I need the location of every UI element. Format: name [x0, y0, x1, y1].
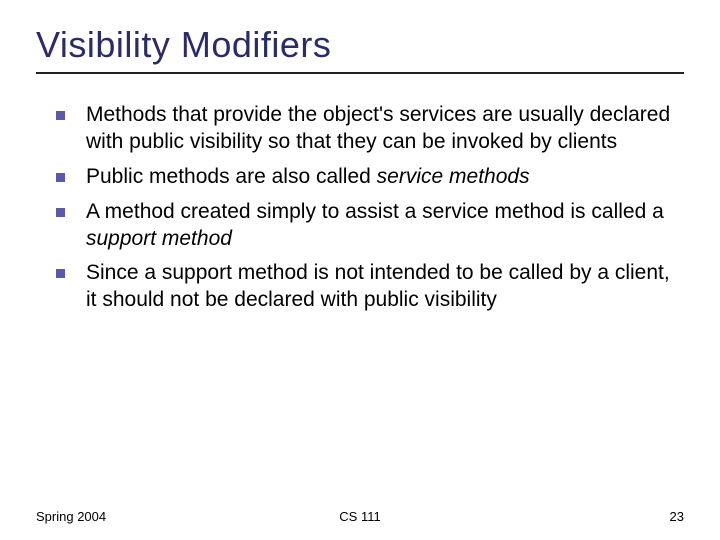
list-item: A method created simply to assist a serv…	[56, 199, 684, 253]
footer: Spring 2004 CS 111 23	[36, 509, 684, 524]
slide-title: Visibility Modifiers	[36, 24, 684, 66]
bullet-list: Methods that provide the object's servic…	[36, 102, 684, 314]
list-item: Public methods are also called service m…	[56, 164, 684, 191]
list-item: Methods that provide the object's servic…	[56, 102, 684, 156]
title-rule	[36, 72, 684, 74]
slide: Visibility Modifiers Methods that provid…	[0, 0, 720, 314]
footer-left: Spring 2004	[36, 509, 106, 524]
list-item: Since a support method is not intended t…	[56, 260, 684, 314]
footer-center: CS 111	[339, 509, 380, 524]
footer-right: 23	[670, 509, 684, 524]
